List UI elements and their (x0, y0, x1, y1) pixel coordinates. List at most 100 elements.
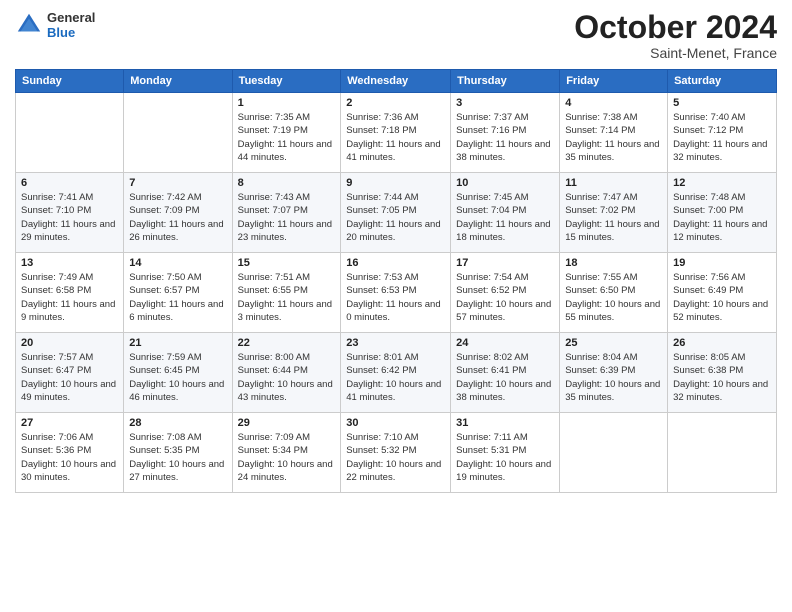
day-number: 4 (565, 97, 662, 109)
day-number: 26 (673, 337, 771, 349)
col-saturday: Saturday (668, 70, 777, 93)
day-info: Sunrise: 8:05 AMSunset: 6:38 PMDaylight:… (673, 351, 771, 404)
day-number: 21 (129, 337, 226, 349)
day-info: Sunrise: 7:40 AMSunset: 7:12 PMDaylight:… (673, 111, 771, 164)
title-month: October 2024 (574, 10, 777, 45)
table-cell: 2Sunrise: 7:36 AMSunset: 7:18 PMDaylight… (341, 93, 451, 173)
table-cell: 26 Sunrise: 8:05 AMSunset: 6:38 PMDayligh… (668, 333, 777, 413)
day-info: Sunrise: 7:09 AMSunset: 5:34 PMDaylight:… (238, 431, 336, 484)
day-number: 27 (21, 417, 118, 429)
table-cell: 14 Sunrise: 7:50 AMSunset: 6:57 PMDayligh… (124, 253, 232, 333)
col-thursday: Thursday (451, 70, 560, 93)
table-cell: 28 Sunrise: 7:08 AMSunset: 5:35 PMDayligh… (124, 413, 232, 493)
day-info: Sunrise: 7:08 AMSunset: 5:35 PMDaylight:… (129, 431, 226, 484)
day-info: Sunrise: 7:06 AMSunset: 5:36 PMDaylight:… (21, 431, 118, 484)
day-number: 17 (456, 257, 554, 269)
day-info: Sunrise: 7:55 AMSunset: 6:50 PMDaylight:… (565, 271, 662, 324)
table-cell: 31 Sunrise: 7:11 AMSunset: 5:31 PMDayligh… (451, 413, 560, 493)
table-cell (560, 413, 668, 493)
table-cell: 25Sunrise: 8:04 AMSunset: 6:39 PMDayligh… (560, 333, 668, 413)
title-location: Saint-Menet, France (574, 45, 777, 61)
table-cell: 13 Sunrise: 7:49 AMSunset: 6:58 PMDayligh… (16, 253, 124, 333)
table-cell: 27 Sunrise: 7:06 AMSunset: 5:36 PMDayligh… (16, 413, 124, 493)
week-row-3: 13 Sunrise: 7:49 AMSunset: 6:58 PMDayligh… (16, 253, 777, 333)
day-info: Sunrise: 7:49 AMSunset: 6:58 PMDaylight:… (21, 271, 118, 324)
col-sunday: Sunday (16, 70, 124, 93)
table-cell: 23 Sunrise: 8:01 AMSunset: 6:42 PMDayligh… (341, 333, 451, 413)
table-cell: 21 Sunrise: 7:59 AMSunset: 6:45 PMDayligh… (124, 333, 232, 413)
table-cell: 8 Sunrise: 7:43 AMSunset: 7:07 PMDaylight… (232, 173, 341, 253)
day-info: Sunrise: 7:45 AMSunset: 7:04 PMDaylight:… (456, 191, 554, 244)
day-number: 31 (456, 417, 554, 429)
table-cell: 18Sunrise: 7:55 AMSunset: 6:50 PMDayligh… (560, 253, 668, 333)
logo-icon (15, 11, 43, 39)
table-cell: 1Sunrise: 7:35 AMSunset: 7:19 PMDaylight… (232, 93, 341, 173)
day-info: Sunrise: 7:42 AMSunset: 7:09 PMDaylight:… (129, 191, 226, 244)
day-info: Sunrise: 7:44 AMSunset: 7:05 PMDaylight:… (346, 191, 445, 244)
day-info: Sunrise: 7:11 AMSunset: 5:31 PMDaylight:… (456, 431, 554, 484)
day-info: Sunrise: 7:38 AMSunset: 7:14 PMDaylight:… (565, 111, 662, 164)
day-number: 1 (238, 97, 336, 109)
page: General Blue October 2024 Saint-Menet, F… (0, 0, 792, 612)
day-info: Sunrise: 7:50 AMSunset: 6:57 PMDaylight:… (129, 271, 226, 324)
logo-blue: Blue (47, 25, 95, 40)
day-info: Sunrise: 7:48 AMSunset: 7:00 PMDaylight:… (673, 191, 771, 244)
day-number: 12 (673, 177, 771, 189)
logo-general: General (47, 10, 95, 25)
day-number: 22 (238, 337, 336, 349)
day-info: Sunrise: 8:00 AMSunset: 6:44 PMDaylight:… (238, 351, 336, 404)
table-cell: 11Sunrise: 7:47 AMSunset: 7:02 PMDayligh… (560, 173, 668, 253)
table-cell: 24 Sunrise: 8:02 AMSunset: 6:41 PMDayligh… (451, 333, 560, 413)
table-cell: 3 Sunrise: 7:37 AMSunset: 7:16 PMDaylight… (451, 93, 560, 173)
day-number: 11 (565, 177, 662, 189)
day-info: Sunrise: 7:53 AMSunset: 6:53 PMDaylight:… (346, 271, 445, 324)
table-cell: 10Sunrise: 7:45 AMSunset: 7:04 PMDayligh… (451, 173, 560, 253)
day-info: Sunrise: 7:37 AMSunset: 7:16 PMDaylight:… (456, 111, 554, 164)
day-info: Sunrise: 7:36 AMSunset: 7:18 PMDaylight:… (346, 111, 445, 164)
day-info: Sunrise: 7:41 AMSunset: 7:10 PMDaylight:… (21, 191, 118, 244)
day-number: 7 (129, 177, 226, 189)
day-number: 19 (673, 257, 771, 269)
day-number: 13 (21, 257, 118, 269)
day-number: 20 (21, 337, 118, 349)
day-number: 29 (238, 417, 336, 429)
day-number: 28 (129, 417, 226, 429)
table-cell: 5Sunrise: 7:40 AMSunset: 7:12 PMDaylight… (668, 93, 777, 173)
table-cell: 9 Sunrise: 7:44 AMSunset: 7:05 PMDaylight… (341, 173, 451, 253)
table-cell: 20 Sunrise: 7:57 AMSunset: 6:47 PMDayligh… (16, 333, 124, 413)
table-cell: 12 Sunrise: 7:48 AMSunset: 7:00 PMDayligh… (668, 173, 777, 253)
week-row-5: 27 Sunrise: 7:06 AMSunset: 5:36 PMDayligh… (16, 413, 777, 493)
day-info: Sunrise: 7:56 AMSunset: 6:49 PMDaylight:… (673, 271, 771, 324)
day-number: 14 (129, 257, 226, 269)
table-cell: 16Sunrise: 7:53 AMSunset: 6:53 PMDayligh… (341, 253, 451, 333)
title-block: October 2024 Saint-Menet, France (574, 10, 777, 61)
table-cell: 7 Sunrise: 7:42 AMSunset: 7:09 PMDaylight… (124, 173, 232, 253)
day-number: 23 (346, 337, 445, 349)
week-row-2: 6 Sunrise: 7:41 AMSunset: 7:10 PMDaylight… (16, 173, 777, 253)
table-cell: 29 Sunrise: 7:09 AMSunset: 5:34 PMDayligh… (232, 413, 341, 493)
logo: General Blue (15, 10, 95, 40)
table-cell: 6 Sunrise: 7:41 AMSunset: 7:10 PMDaylight… (16, 173, 124, 253)
table-cell: 15Sunrise: 7:51 AMSunset: 6:55 PMDayligh… (232, 253, 341, 333)
day-number: 24 (456, 337, 554, 349)
day-number: 8 (238, 177, 336, 189)
day-info: Sunrise: 7:57 AMSunset: 6:47 PMDaylight:… (21, 351, 118, 404)
day-number: 9 (346, 177, 445, 189)
day-info: Sunrise: 8:01 AMSunset: 6:42 PMDaylight:… (346, 351, 445, 404)
day-number: 3 (456, 97, 554, 109)
calendar-table: Sunday Monday Tuesday Wednesday Thursday… (15, 69, 777, 493)
day-info: Sunrise: 8:02 AMSunset: 6:41 PMDaylight:… (456, 351, 554, 404)
logo-text: General Blue (47, 10, 95, 40)
table-cell (668, 413, 777, 493)
day-info: Sunrise: 7:43 AMSunset: 7:07 PMDaylight:… (238, 191, 336, 244)
table-cell: 4 Sunrise: 7:38 AMSunset: 7:14 PMDaylight… (560, 93, 668, 173)
table-cell: 30Sunrise: 7:10 AMSunset: 5:32 PMDayligh… (341, 413, 451, 493)
day-number: 15 (238, 257, 336, 269)
day-info: Sunrise: 7:59 AMSunset: 6:45 PMDaylight:… (129, 351, 226, 404)
table-cell (124, 93, 232, 173)
col-friday: Friday (560, 70, 668, 93)
col-tuesday: Tuesday (232, 70, 341, 93)
week-row-1: 1Sunrise: 7:35 AMSunset: 7:19 PMDaylight… (16, 93, 777, 173)
calendar-header-row: Sunday Monday Tuesday Wednesday Thursday… (16, 70, 777, 93)
day-number: 6 (21, 177, 118, 189)
